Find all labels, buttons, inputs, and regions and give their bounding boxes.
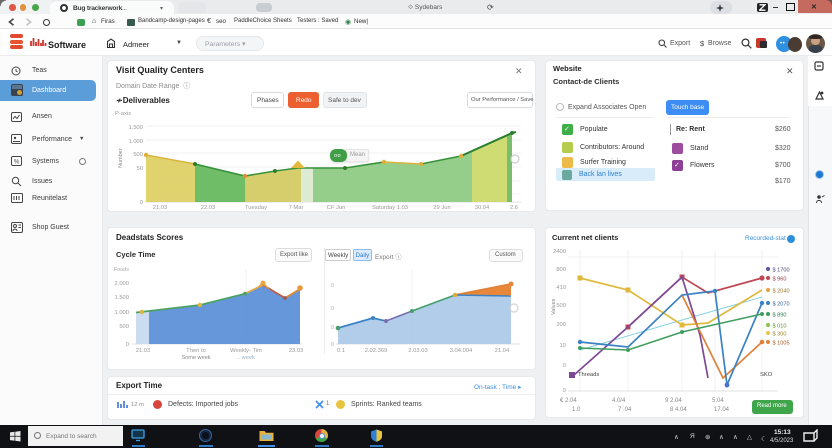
svg-text:2.03.03: 2.03.03 — [408, 348, 427, 354]
svg-text:$ 1700: $ 1700 — [773, 268, 790, 274]
svg-text:21.03: 21.03 — [153, 205, 168, 210]
svg-text:50: 50 — [137, 166, 143, 172]
svg-text:2400: 2400 — [553, 249, 566, 255]
svg-text:Threads: Threads — [578, 372, 599, 378]
svg-text:0: 0 — [140, 200, 143, 206]
svg-text:0: 0 — [331, 283, 334, 289]
svg-text:1.500: 1.500 — [128, 125, 143, 131]
svg-text:2.6: 2.6 — [510, 205, 518, 210]
svg-text:Values: Values — [551, 298, 557, 315]
svg-text:1.000: 1.000 — [114, 310, 129, 316]
svg-text:Then to: Then to — [186, 348, 206, 354]
svg-text:1.000: 1.000 — [128, 139, 143, 145]
svg-text:500: 500 — [556, 303, 566, 309]
svg-text:10: 10 — [560, 343, 566, 349]
svg-text:0: 0 — [563, 388, 566, 394]
svg-text:2.02.369: 2.02.369 — [365, 348, 388, 354]
svg-text:200: 200 — [556, 322, 566, 328]
svg-text:Tuesday: Tuesday — [245, 205, 267, 210]
svg-text:Number: Number — [118, 148, 124, 168]
svg-text:30.04: 30.04 — [475, 205, 490, 210]
svg-text:$ 1005: $ 1005 — [773, 341, 790, 347]
svg-text:500: 500 — [133, 152, 143, 158]
svg-text:Some week: Some week — [181, 355, 210, 361]
svg-text:.. week: .. week — [237, 355, 255, 361]
svg-text:$ 010: $ 010 — [773, 324, 787, 330]
svg-text:$ 890: $ 890 — [773, 313, 787, 319]
svg-text:SKO: SKO — [760, 372, 773, 378]
svg-text:29 Jun: 29 Jun — [433, 205, 450, 210]
svg-text:$ 300: $ 300 — [773, 332, 787, 338]
svg-text:7 Mar: 7 Mar — [289, 205, 304, 210]
svg-text:0: 0 — [331, 325, 334, 331]
svg-text:500: 500 — [119, 324, 129, 330]
svg-text:0: 0 — [331, 306, 334, 312]
svg-text:Foods: Foods — [114, 267, 130, 273]
svg-text:0: 0 — [126, 342, 129, 348]
svg-text:3.04.004: 3.04.004 — [450, 348, 473, 354]
svg-text:0: 0 — [331, 342, 334, 348]
svg-text:CF Jun: CF Jun — [327, 205, 346, 210]
svg-text:21.04: 21.04 — [495, 348, 510, 354]
svg-text:$ 960: $ 960 — [773, 277, 787, 283]
svg-text:%: % — [14, 159, 20, 165]
svg-text:0.1: 0.1 — [337, 348, 345, 354]
svg-text:2.000: 2.000 — [114, 281, 129, 287]
svg-text:21.03: 21.03 — [136, 348, 151, 354]
svg-text:0: 0 — [563, 363, 566, 369]
svg-text:1.500: 1.500 — [114, 295, 129, 301]
svg-text:$ 2070: $ 2070 — [773, 302, 790, 308]
svg-text:800: 800 — [556, 267, 566, 273]
svg-text:22.03: 22.03 — [201, 205, 216, 210]
svg-text:$ 2040: $ 2040 — [773, 289, 790, 295]
svg-text:Saturday 1.03: Saturday 1.03 — [372, 205, 408, 210]
svg-text:410: 410 — [556, 285, 566, 291]
svg-text:23.03: 23.03 — [289, 348, 304, 354]
svg-text:Weekly- Tim: Weekly- Tim — [230, 348, 262, 354]
